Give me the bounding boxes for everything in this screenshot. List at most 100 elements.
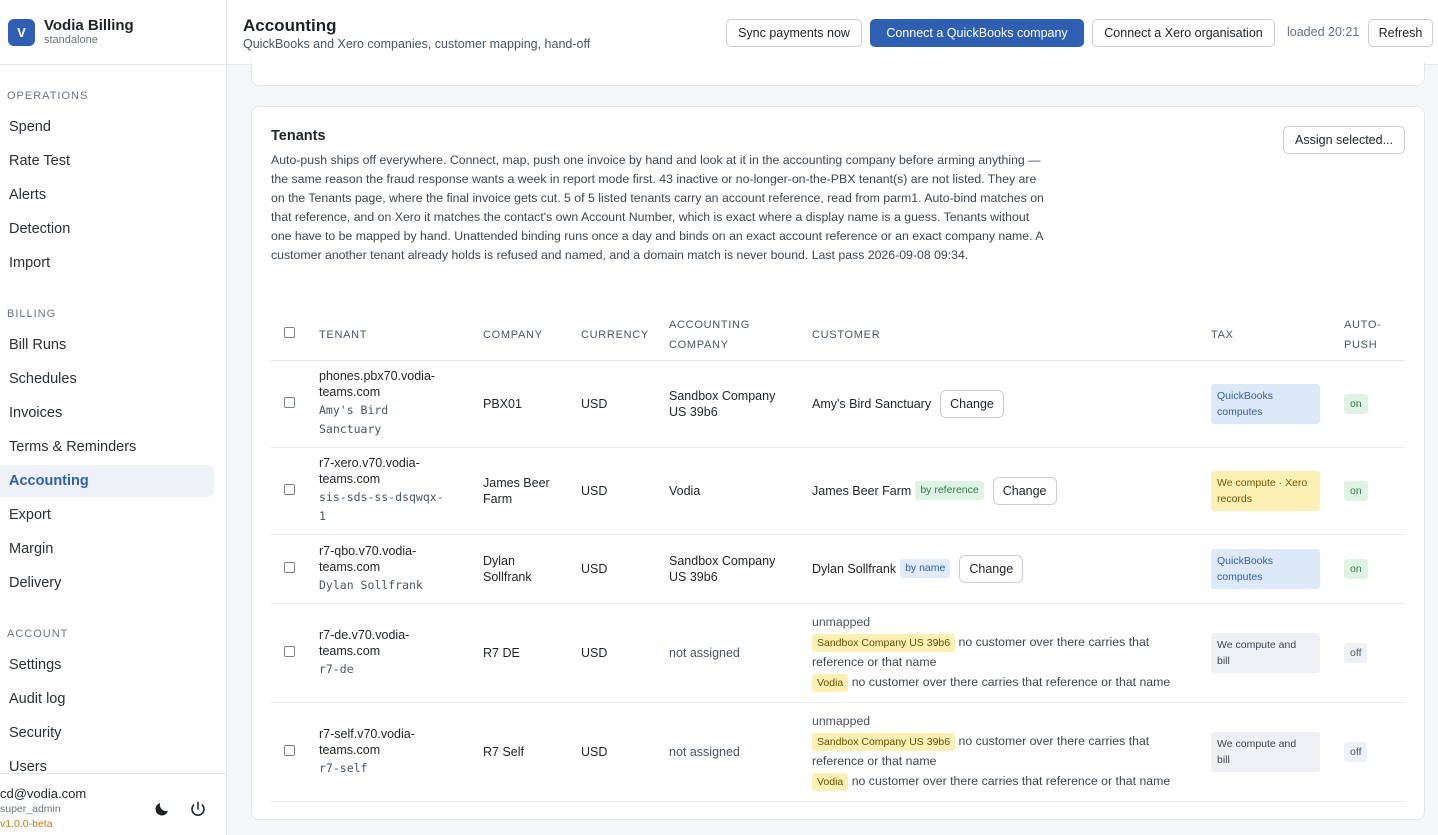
col-tenant[interactable]: TENANT (319, 310, 483, 361)
tenants-title: Tenants (271, 128, 326, 144)
previous-card (251, 62, 1425, 86)
tenants-card: Tenants Assign selected... Auto-push shi… (251, 106, 1425, 820)
brand: V Vodia Billing standalone (0, 0, 226, 65)
tenant-cell: r7-de.v70.vodia-teams.com r7-de (319, 603, 483, 703)
tax-badge: We compute · Xero records (1211, 470, 1320, 511)
col-customer[interactable]: CUSTOMER (812, 310, 1211, 361)
connect-xero-button[interactable]: Connect a Xero organisation (1092, 19, 1275, 47)
tax-cell: We compute and bill (1211, 603, 1344, 703)
change-customer-button[interactable]: Change (992, 476, 1057, 505)
unmapped-label: unmapped (812, 615, 871, 629)
accounting-company-cell: not assigned (669, 702, 812, 802)
loaded-timestamp: loaded 20:21 (1287, 25, 1360, 39)
sidebar-item-rate-test[interactable]: Rate Test (0, 145, 214, 177)
currency-cell: USD (581, 447, 669, 535)
col-accounting-company[interactable]: ACCOUNTING COMPANY (669, 310, 812, 361)
nav-section-operations: OPERATIONS (7, 90, 89, 102)
col-auto-push[interactable]: AUTO- PUSH (1344, 310, 1405, 361)
unmapped-label: unmapped (812, 714, 871, 728)
row-checkbox[interactable] (284, 561, 295, 573)
accounting-company-cell: Sandbox Company US 39b6 (669, 534, 812, 604)
tax-cell: We compute and bill (1211, 702, 1344, 802)
xero-company-badge: Vodia (812, 674, 849, 692)
sidebar-item-accounting[interactable]: Accounting (0, 465, 214, 497)
match-badge: by reference (915, 481, 984, 500)
sidebar-item-alerts[interactable]: Alerts (0, 179, 214, 211)
sidebar-item-detection[interactable]: Detection (0, 213, 214, 245)
power-icon[interactable] (189, 800, 207, 818)
refresh-button[interactable]: Refresh (1368, 19, 1433, 47)
sidebar-item-margin[interactable]: Margin (0, 533, 214, 565)
table-row: r7-qbo.v70.vodia-teams.com Dylan Sollfra… (271, 534, 1405, 604)
table-row: r7-de.v70.vodia-teams.com r7-de R7 DE US… (271, 603, 1405, 703)
change-customer-button[interactable]: Change (959, 554, 1024, 583)
auto-push-badge[interactable]: off (1344, 642, 1368, 663)
currency-cell: USD (581, 603, 669, 703)
table-row: phones.pbx70.vodia-teams.com Amy's Bird S… (271, 360, 1405, 448)
col-company[interactable]: COMPANY (483, 310, 581, 361)
assign-selected-button[interactable]: Assign selected... (1283, 126, 1405, 154)
sidebar-item-spend[interactable]: Spend (0, 111, 214, 143)
sync-payments-button[interactable]: Sync payments now (726, 19, 862, 47)
sidebar-item-audit-log[interactable]: Audit log (0, 683, 214, 715)
row-checkbox[interactable] (284, 483, 295, 495)
connect-quickbooks-button[interactable]: Connect a QuickBooks company (870, 19, 1084, 47)
auto-push-cell: on (1344, 360, 1405, 448)
table-row: r7-self.v70.vodia-teams.com r7-self R7 S… (271, 702, 1405, 802)
tenant-cell: r7-self.v70.vodia-teams.com r7-self (319, 702, 483, 802)
sidebar-item-settings[interactable]: Settings (0, 649, 214, 681)
user-email: cd@vodia.com (0, 786, 87, 801)
tax-badge: We compute and bill (1211, 632, 1320, 673)
col-currency[interactable]: CURRENCY (581, 310, 669, 361)
sidebar-item-delivery[interactable]: Delivery (0, 567, 214, 599)
sidebar-item-bill-runs[interactable]: Bill Runs (0, 329, 214, 361)
moon-icon[interactable] (153, 800, 171, 818)
customer-cell: Amy's Bird Sanctuary Change (812, 360, 1211, 448)
xero-company-badge: Vodia (812, 773, 849, 791)
user-role: super_admin (0, 803, 61, 815)
accounting-company-cell: Vodia (669, 447, 812, 535)
row-checkbox[interactable] (284, 744, 295, 756)
unmapped-message: reference or that name (812, 655, 937, 669)
tenant-host: r7-self.v70.vodia-teams.com (319, 726, 415, 757)
accounting-company-cell: Sandbox Company US 39b6 (669, 360, 812, 448)
quickbooks-company-badge: Sandbox Company US 39b6 (812, 733, 956, 751)
auto-push-badge[interactable]: off (1344, 741, 1368, 762)
sidebar: V Vodia Billing standalone OPERATIONS Sp… (0, 0, 227, 835)
brand-logo: V (8, 18, 35, 46)
auto-push-badge[interactable]: on (1344, 558, 1368, 579)
tax-cell: QuickBooks computes (1211, 360, 1344, 448)
accounting-company-cell: not assigned (669, 603, 812, 703)
tenant-cell: phones.pbx70.vodia-teams.com Amy's Bird S… (319, 360, 483, 448)
tax-cell: QuickBooks computes (1211, 534, 1344, 604)
currency-cell: USD (581, 360, 669, 448)
auto-push-cell: off (1344, 702, 1405, 802)
table-row: r7-xero.v70.vodia-teams.com sis-sds-ss-d… (271, 447, 1405, 535)
change-customer-button[interactable]: Change (940, 389, 1004, 418)
sidebar-item-invoices[interactable]: Invoices (0, 397, 214, 429)
select-all-checkbox[interactable] (284, 326, 295, 338)
unmapped-message: reference or that name (812, 754, 937, 768)
currency-cell: USD (581, 534, 669, 604)
auto-push-badge[interactable]: on (1344, 480, 1368, 501)
row-checkbox[interactable] (284, 396, 295, 408)
sidebar-item-export[interactable]: Export (0, 499, 214, 531)
sidebar-nav: OPERATIONS Spend Rate Test Alerts Detect… (0, 65, 226, 773)
app-version: v1.0.0-beta (0, 818, 53, 830)
auto-push-badge[interactable]: on (1344, 393, 1368, 414)
sidebar-item-security[interactable]: Security (0, 717, 214, 749)
company-cell: Dylan Sollfrank (483, 534, 581, 604)
col-tax[interactable]: TAX (1211, 310, 1344, 361)
sidebar-item-schedules[interactable]: Schedules (0, 363, 214, 395)
brand-name: Vodia Billing (44, 17, 134, 34)
row-checkbox[interactable] (284, 645, 295, 657)
tenant-host: r7-xero.v70.vodia-teams.com (319, 456, 420, 486)
auto-push-cell: off (1344, 603, 1405, 703)
sidebar-item-users[interactable]: Users (0, 751, 214, 773)
sidebar-item-terms-reminders[interactable]: Terms & Reminders (0, 431, 214, 463)
sidebar-item-import[interactable]: Import (0, 247, 214, 279)
page-title: Accounting (243, 16, 337, 35)
tenant-host: r7-qbo.v70.vodia-teams.com (319, 543, 417, 574)
nav-section-account: ACCOUNT (7, 628, 69, 640)
nav-section-billing: BILLING (7, 308, 57, 320)
